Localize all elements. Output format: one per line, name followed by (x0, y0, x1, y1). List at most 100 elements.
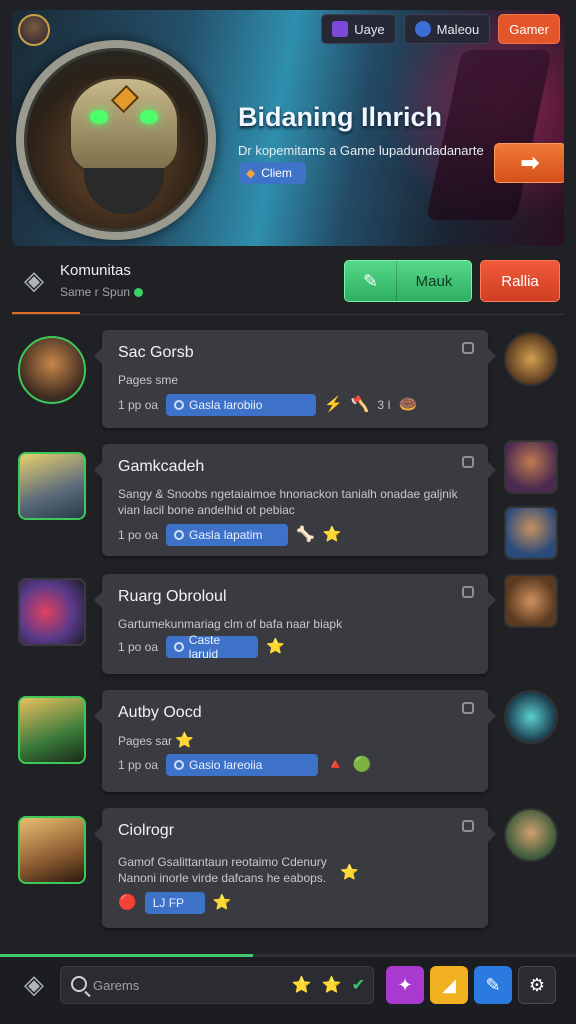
user-avatar[interactable] (18, 336, 86, 404)
star-icon: ⭐ (322, 526, 342, 543)
bone-icon: 🦴 (296, 526, 315, 543)
feed-card[interactable]: Ciolrogr Gamof Gsalittantaun reotaimo Cd… (94, 808, 496, 928)
card-tag-label: Gasla larobiio (189, 398, 263, 412)
settings-button[interactable]: ⚙ (518, 966, 556, 1004)
card-tag[interactable]: Gasla lapatim (166, 524, 289, 546)
card-meta: 🔴 LJ FP ⭐ (118, 892, 231, 914)
card-menu-icon[interactable] (462, 342, 474, 354)
card-meta: 1 po oa Caste laruid ⭐ (118, 633, 285, 661)
card-time: 1 po oa (118, 528, 159, 542)
friend-avatar[interactable] (504, 808, 558, 862)
banner-title: Bidaning Ilnrich (238, 102, 443, 132)
tag-ring-icon (174, 400, 185, 410)
hero-beard (84, 168, 164, 214)
user-avatar[interactable] (18, 696, 86, 764)
gamer-button[interactable]: Gamer (498, 14, 560, 44)
card-meta: 1 pp oa Gasla larobiio ⚡ 🪓 3 I 🍩 (118, 394, 417, 416)
user-avatar[interactable] (18, 578, 86, 646)
axe-icon: 🪓 (350, 396, 370, 413)
card-tag-label: Caste laruid (188, 633, 221, 661)
card-menu-icon[interactable] (462, 702, 474, 714)
bottom-bar: ◈ ⭐ ⭐ ✔ ✦ ◢ ✎ ⚙ (0, 958, 576, 1024)
magic-tool-button[interactable]: ✦ (386, 966, 424, 1004)
friend-avatar[interactable] (504, 690, 558, 744)
horn-icon: ◢ (442, 974, 456, 995)
star-icon: ⭐ (266, 638, 285, 655)
feed-card[interactable]: Gamkcadeh Sangy & Snoobs ngetaiaimoe hno… (94, 444, 496, 556)
star-icon: ⭐ (175, 732, 195, 749)
controller-icon (332, 21, 349, 37)
badge-icon: 🔴 (118, 894, 137, 911)
community-title: Komunitas (60, 262, 131, 279)
join-button-label: Mauk (415, 272, 453, 290)
check-icon[interactable]: ✔ (352, 975, 365, 995)
triangle-icon: 🔺 (326, 756, 345, 773)
card-title: Ruarg Obroloul (118, 588, 227, 605)
search-input[interactable] (93, 973, 273, 997)
top-button-group: Uaye Maleou Gamer (321, 14, 560, 44)
star-icon[interactable]: ⭐ (322, 975, 342, 995)
wand-icon: ✦ (397, 974, 413, 995)
card-tag[interactable]: LJ FP (144, 892, 205, 914)
card-tag[interactable]: Gasio lareoiia (166, 754, 319, 776)
feed-card[interactable]: Autby Oocd Pages sar ⭐ 1 pp oa Gasio lar… (94, 690, 496, 792)
orb-icon: 🟢 (352, 756, 372, 773)
card-desc: Gamof Gsalittantaun reotaimo Cdenury Nan… (118, 855, 327, 885)
join-button[interactable]: ✎ Mauk (344, 260, 472, 302)
card-desc: Gartumekunmariag clm of bafa naar biapk (118, 617, 343, 631)
card-meta: 1 pp oa Gasio lareoiia 🔺 🟢 (118, 754, 371, 776)
tag-ring-icon (174, 760, 185, 770)
community-subtitle-text: Same r Spun (60, 285, 131, 299)
community-bar: ◈ Komunitas Same r Spun ✎ Mauk Rallia (12, 256, 564, 312)
online-dot-icon (134, 288, 144, 298)
hero-banner[interactable]: Bidaning Ilnrich Dr kopemitams a Game lu… (12, 10, 564, 246)
edit-tool-button[interactable]: ✎ (474, 966, 512, 1004)
search-bar[interactable]: ⭐ ⭐ ✔ (60, 966, 374, 1004)
progress-fill (0, 954, 254, 957)
card-title: Ciolrogr (118, 822, 175, 839)
feed-card[interactable]: Ruarg Obroloul Gartumekunmariag clm of b… (94, 574, 496, 674)
card-menu-icon[interactable] (462, 820, 474, 832)
card-tag[interactable]: Gasla larobiio (166, 394, 317, 416)
banner-chip[interactable]: ◆ Cliem (240, 162, 306, 184)
user-avatar[interactable] (18, 816, 86, 884)
maleou-button[interactable]: Maleou (403, 14, 491, 44)
hero-eye-left (90, 110, 108, 124)
card-title: Autby Oocd (118, 704, 202, 721)
star-icon[interactable]: ⭐ (292, 975, 312, 995)
pen-icon: ✎ (345, 261, 397, 301)
uaye-button[interactable]: Uaye (321, 14, 396, 44)
card-desc: Pages sme (118, 373, 179, 387)
card-tag[interactable]: Caste laruid (166, 633, 259, 661)
card-desc: Sangy & Snoobs ngetaiaimoe hnonackon tan… (118, 487, 458, 517)
divider (12, 314, 564, 315)
banner-arrow-button[interactable]: ➡ (494, 143, 564, 183)
tag-ring-icon (174, 530, 185, 540)
horn-tool-button[interactable]: ◢ (430, 966, 468, 1004)
friend-avatar[interactable] (504, 574, 558, 628)
card-meta: 1 po oa Gasla lapatim 🦴 ⭐ (118, 524, 341, 546)
friend-avatar[interactable] (504, 440, 558, 494)
profile-avatar[interactable] (18, 14, 50, 46)
card-menu-icon[interactable] (462, 586, 474, 598)
feed-card[interactable]: Sac Gorsb Pages sme 1 pp oa Gasla larobi… (94, 330, 496, 428)
rally-button[interactable]: Rallia (480, 260, 560, 302)
friend-avatar[interactable] (504, 332, 558, 386)
gamer-button-label: Gamer (509, 21, 549, 37)
card-tag-label: LJ FP (152, 896, 185, 910)
hero-portrait (16, 40, 216, 240)
home-logo-icon[interactable]: ◈ (18, 968, 50, 1000)
progress-bar (0, 954, 576, 957)
lightning-icon: ⚡ (324, 396, 343, 413)
card-tag-label: Gasla lapatim (189, 528, 263, 542)
uaye-button-label: Uaye (354, 21, 385, 37)
card-desc-text: Pages sar (118, 734, 173, 748)
community-logo-icon: ◈ (24, 265, 44, 295)
globe-icon (414, 21, 431, 37)
star-icon: ⭐ (212, 894, 232, 911)
friend-avatar[interactable] (504, 506, 558, 560)
banner-chip-label: Cliem (261, 166, 292, 180)
card-time: 1 pp oa (118, 758, 159, 772)
user-avatar[interactable] (18, 452, 86, 520)
card-menu-icon[interactable] (462, 456, 474, 468)
